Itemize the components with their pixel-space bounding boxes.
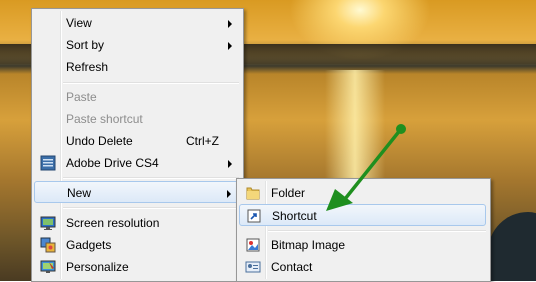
menu-separator <box>63 177 239 179</box>
menu-item-gadgets[interactable]: Gadgets <box>34 234 239 256</box>
contact-icon <box>245 261 261 273</box>
menu-item-label: Sort by <box>66 38 105 52</box>
submenu-arrow-icon <box>228 20 232 28</box>
menu-item-screen-resolution[interactable]: Screen resolution <box>34 212 239 234</box>
submenu-arrow-icon <box>227 190 231 198</box>
new-submenu: Folder Shortcut Bitmap Image Contact <box>236 178 491 282</box>
menu-item-adobe-drive[interactable]: Adobe Drive CS4 <box>34 152 239 174</box>
menu-item-label: Personalize <box>66 260 129 274</box>
submenu-arrow-icon <box>228 160 232 168</box>
menu-item-paste-shortcut[interactable]: Paste shortcut <box>34 108 239 130</box>
gadgets-icon <box>40 237 56 253</box>
menu-item-refresh[interactable]: Refresh <box>34 56 239 78</box>
menu-item-label: Gadgets <box>66 238 112 252</box>
personalize-icon <box>40 260 56 273</box>
menu-item-label: Paste shortcut <box>66 112 143 126</box>
menu-item-new[interactable]: New <box>34 181 239 203</box>
menu-item-label: Shortcut <box>272 209 317 223</box>
folder-icon <box>246 187 260 200</box>
menu-item-sort-by[interactable]: Sort by <box>34 34 239 56</box>
menu-separator <box>63 82 239 84</box>
submenu-item-contact[interactable]: Contact <box>239 256 486 278</box>
menu-item-label: Paste <box>66 90 97 104</box>
monitor-icon <box>40 216 56 230</box>
menu-item-label: Screen resolution <box>66 216 160 230</box>
desktop-context-menu: View Sort by Refresh Paste Paste shortcu… <box>31 8 244 282</box>
menu-separator <box>268 230 486 232</box>
menu-item-paste[interactable]: Paste <box>34 86 239 108</box>
submenu-item-bitmap-image[interactable]: Bitmap Image <box>239 234 486 256</box>
menu-item-undo-delete[interactable]: Undo Delete Ctrl+Z <box>34 130 239 152</box>
menu-item-label: Bitmap Image <box>271 238 346 252</box>
shortcut-icon <box>247 209 261 223</box>
bitmap-image-icon <box>246 238 260 252</box>
menu-item-label: Adobe Drive CS4 <box>66 156 159 170</box>
menu-item-label: View <box>66 16 92 30</box>
menu-item-label: Undo Delete <box>66 134 133 148</box>
rock <box>488 212 536 281</box>
submenu-item-folder[interactable]: Folder <box>239 182 486 204</box>
menu-separator <box>63 207 239 209</box>
submenu-arrow-icon <box>228 42 232 50</box>
menu-item-view[interactable]: View <box>34 12 239 34</box>
adobe-drive-icon <box>40 155 56 171</box>
menu-item-shortcut: Ctrl+Z <box>186 134 219 148</box>
menu-item-label: Refresh <box>66 60 109 74</box>
menu-item-label: Folder <box>271 186 306 200</box>
menu-item-label: Contact <box>271 260 313 274</box>
submenu-item-shortcut[interactable]: Shortcut <box>239 204 486 226</box>
menu-item-label: New <box>67 186 92 200</box>
menu-item-personalize[interactable]: Personalize <box>34 256 239 278</box>
